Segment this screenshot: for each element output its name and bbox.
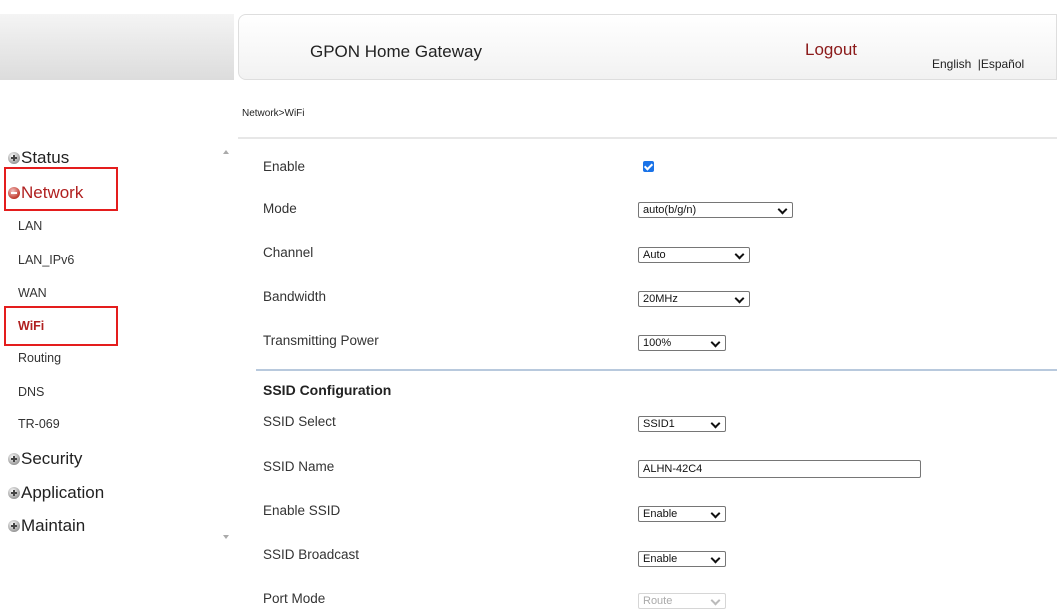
sidebar-group-application[interactable]: Application — [8, 483, 104, 503]
ssid-section-title: SSID Configuration — [263, 382, 392, 398]
tx-power-select[interactable]: 100% — [638, 335, 726, 351]
header-bar: GPON Home Gateway Logout English |Españo… — [238, 14, 1057, 80]
app-title: GPON Home Gateway — [310, 42, 482, 61]
sidebar-item-lan[interactable]: LAN — [18, 219, 42, 233]
enable-label: Enable — [263, 159, 306, 174]
enable-ssid-select-value: Enable — [643, 508, 678, 520]
sidebar-item-wan[interactable]: WAN — [18, 286, 47, 300]
chevron-down-icon — [734, 293, 745, 304]
chevron-down-icon — [734, 249, 745, 260]
expand-plus-icon — [8, 152, 20, 164]
channel-label: Channel — [263, 245, 314, 260]
highlight-box-network — [4, 167, 118, 211]
sidebar-group-label: Status — [21, 148, 70, 167]
logout-link[interactable]: Logout — [805, 40, 857, 60]
scroll-down-icon[interactable] — [223, 535, 229, 539]
sidebar-item-dns[interactable]: DNS — [18, 385, 44, 399]
channel-select-value: Auto — [643, 249, 666, 261]
ssid-broadcast-label: SSID Broadcast — [263, 547, 360, 562]
sidebar-item-tr069[interactable]: TR-069 — [18, 417, 60, 431]
header-divider — [238, 137, 1057, 139]
chevron-down-icon — [710, 337, 721, 348]
expand-plus-icon — [8, 520, 20, 532]
chevron-down-icon — [710, 595, 721, 606]
lang-spanish-link[interactable]: Español — [981, 57, 1024, 71]
bandwidth-label: Bandwidth — [263, 289, 327, 304]
ssid-broadcast-select-value: Enable — [643, 553, 678, 565]
wifi-settings-form: Enable Mode auto(b/g/n) Channel Auto Ban… — [238, 140, 1057, 609]
sidebar-group-label: Maintain — [21, 516, 86, 535]
enable-checkbox[interactable] — [643, 161, 654, 172]
bandwidth-select-value: 20MHz — [643, 293, 678, 305]
enable-ssid-label: Enable SSID — [263, 503, 341, 518]
sidebar-group-label: Security — [21, 449, 83, 468]
chevron-down-icon — [710, 418, 721, 429]
mode-select[interactable]: auto(b/g/n) — [638, 202, 793, 218]
channel-select[interactable]: Auto — [638, 247, 750, 263]
chevron-down-icon — [710, 553, 721, 564]
chevron-down-icon — [777, 204, 788, 215]
port-mode-label: Port Mode — [263, 591, 326, 606]
ssid-broadcast-select[interactable]: Enable — [638, 551, 726, 567]
ssid-select[interactable]: SSID1 — [638, 416, 726, 432]
mode-select-value: auto(b/g/n) — [643, 204, 697, 216]
sidebar-group-status[interactable]: Status — [8, 148, 69, 168]
sidebar-group-maintain[interactable]: Maintain — [8, 516, 85, 536]
chevron-down-icon — [710, 508, 721, 519]
highlight-box-wifi — [4, 306, 118, 346]
sidebar-scrollbar[interactable] — [219, 140, 234, 540]
ssid-select-label: SSID Select — [263, 414, 336, 429]
tx-power-label: Transmitting Power — [263, 333, 379, 348]
ssid-select-value: SSID1 — [643, 418, 675, 430]
sidebar-item-lan-ipv6[interactable]: LAN_IPv6 — [18, 253, 74, 267]
language-switcher: English |Español — [932, 57, 1024, 71]
lang-english-link[interactable]: English — [932, 57, 971, 71]
tx-power-select-value: 100% — [643, 337, 672, 349]
enable-ssid-select[interactable]: Enable — [638, 506, 726, 522]
expand-plus-icon — [8, 453, 20, 465]
ssid-name-label: SSID Name — [263, 459, 335, 474]
sidebar-group-label: Application — [21, 483, 105, 502]
sidebar-item-routing[interactable]: Routing — [18, 351, 61, 365]
breadcrumb: Network>WiFi — [242, 108, 305, 119]
ssid-name-input[interactable] — [638, 460, 921, 478]
sidebar-group-security[interactable]: Security — [8, 449, 82, 469]
mode-label: Mode — [263, 201, 297, 216]
section-divider — [256, 369, 1057, 371]
expand-plus-icon — [8, 487, 20, 499]
scroll-up-icon[interactable] — [223, 150, 229, 154]
port-mode-select: Route — [638, 593, 726, 609]
logo-bar — [0, 14, 234, 80]
port-mode-select-value: Route — [643, 595, 673, 607]
bandwidth-select[interactable]: 20MHz — [638, 291, 750, 307]
